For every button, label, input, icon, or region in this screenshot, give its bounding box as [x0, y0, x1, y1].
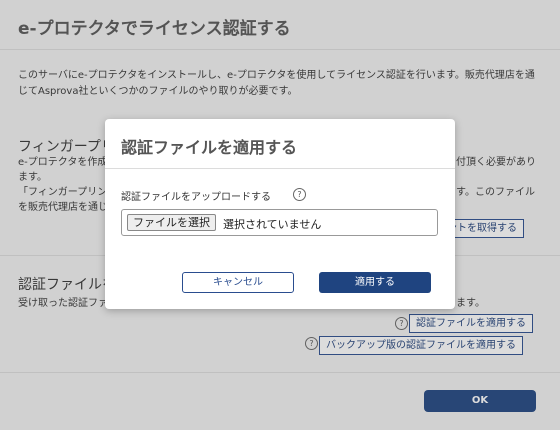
- apply-button[interactable]: 適用する: [319, 272, 431, 293]
- help-icon[interactable]: ?: [293, 188, 306, 201]
- upload-label: 認証ファイルをアップロードする: [121, 188, 271, 203]
- file-input[interactable]: ファイルを選択 選択されていません: [121, 209, 438, 236]
- file-status-text: 選択されていません: [223, 218, 322, 231]
- cancel-button[interactable]: キャンセル: [182, 272, 294, 293]
- choose-file-button[interactable]: ファイルを選択: [127, 214, 216, 231]
- modal-title: 認証ファイルを適用する: [121, 138, 298, 157]
- apply-license-modal: 認証ファイルを適用する 認証ファイルをアップロードする ? ファイルを選択 選択…: [105, 119, 455, 309]
- upload-label-text: 認証ファイルをアップロードする: [121, 192, 271, 203]
- modal-divider: [105, 168, 455, 169]
